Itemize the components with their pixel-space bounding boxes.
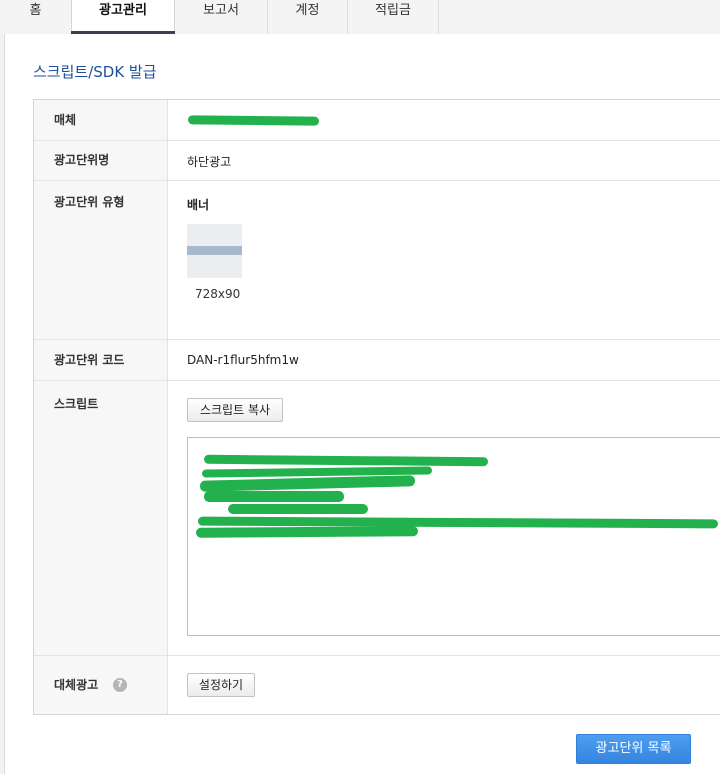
script-label: 스크립트 [34, 381, 168, 655]
main-panel: 스크립트/SDK 발급 매체 광고단위명 하단광고 광고단위 유형 배너 728… [4, 34, 720, 774]
fallback-label: 대체광고 [34, 656, 168, 714]
tab-ad-management[interactable]: 광고관리 [71, 0, 175, 34]
tab-label: 계정 [295, 3, 320, 18]
tab-label: 적립금 [375, 3, 411, 18]
script-code-area[interactable] [187, 437, 720, 636]
redacted-script-line [199, 475, 416, 492]
redacted-script-line [203, 454, 489, 467]
setup-fallback-button[interactable]: 설정하기 [187, 673, 255, 697]
row-unit-code: 광고단위 코드 DAN-r1flur5hfm1w [34, 340, 720, 381]
tab-home[interactable]: 홈 [0, 0, 71, 34]
tab-account[interactable]: 계정 [267, 0, 347, 34]
page-title: 스크립트/SDK 발급 [33, 63, 157, 81]
tab-label: 홈 [29, 3, 42, 18]
redacted-script-line [228, 504, 368, 514]
ad-unit-form: 매체 광고단위명 하단광고 광고단위 유형 배너 728x90 광고단위 코드 … [33, 99, 720, 715]
redacted-script-line [195, 526, 419, 538]
top-nav: 홈 광고관리 보고서 계정 적립금 [0, 0, 720, 34]
redacted-media-value [187, 115, 320, 126]
banner-preview-bar [187, 246, 242, 255]
banner-size: 728x90 [195, 287, 241, 301]
unit-code-label: 광고단위 코드 [34, 340, 168, 380]
redacted-script-line [204, 491, 344, 502]
unit-name-value: 하단광고 [187, 155, 232, 169]
tab-reports[interactable]: 보고서 [175, 0, 267, 34]
row-script: 스크립트 스크립트 복사 [34, 381, 720, 656]
media-label: 매체 [34, 100, 168, 140]
tab-label: 보고서 [203, 3, 239, 18]
row-unit-name: 광고단위명 하단광고 [34, 141, 720, 181]
unit-code-value: DAN-r1flur5hfm1w [187, 353, 299, 367]
help-icon[interactable]: ? [113, 678, 127, 692]
ad-unit-list-button[interactable]: 광고단위 목록 [576, 734, 691, 764]
tab-points[interactable]: 적립금 [347, 0, 439, 34]
row-fallback-ad: 대체광고 ? 설정하기 [34, 656, 720, 714]
unit-name-label: 광고단위명 [34, 141, 168, 180]
copy-script-button[interactable]: 스크립트 복사 [187, 398, 283, 422]
unit-type-label: 광고단위 유형 [34, 181, 168, 339]
banner-thumbnail [187, 224, 242, 278]
tab-label: 광고관리 [99, 3, 147, 18]
row-media: 매체 [34, 100, 720, 141]
unit-type-value: 배너 [187, 198, 210, 212]
row-unit-type: 광고단위 유형 배너 728x90 [34, 181, 720, 340]
